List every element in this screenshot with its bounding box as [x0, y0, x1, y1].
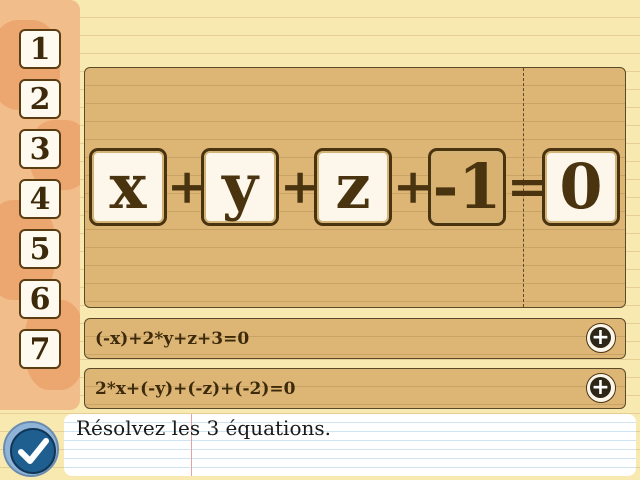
- equation-row-2: 2*x+(-y)+(-z)+(-2)=0 +: [84, 368, 626, 409]
- check-button[interactable]: [3, 421, 59, 477]
- level-button-1[interactable]: 1: [19, 29, 61, 69]
- tile-constant[interactable]: -1: [428, 148, 506, 226]
- level-button-3[interactable]: 3: [19, 129, 61, 169]
- instruction-text: Résolvez les 3 équations.: [76, 416, 331, 440]
- level-button-5[interactable]: 5: [19, 229, 61, 269]
- instruction-box: Résolvez les 3 équations.: [64, 414, 636, 476]
- plus-circle-icon[interactable]: +: [586, 323, 616, 353]
- operator-plus: +: [167, 159, 208, 215]
- level-button-7[interactable]: 7: [19, 329, 61, 369]
- tile-result[interactable]: 0: [542, 148, 620, 226]
- equation-panel: x + y + z + -1 = 0: [84, 67, 626, 308]
- operator-equals: =: [507, 159, 548, 215]
- plus-glyph: +: [590, 375, 611, 400]
- operator-plus: +: [280, 159, 321, 215]
- checkmark-icon: [10, 428, 56, 474]
- tile-x[interactable]: x: [89, 148, 167, 226]
- number-sidebar: 1 2 3 4 5 6 7: [0, 0, 80, 410]
- equation-row-1: (-x)+2*y+z+3=0 +: [84, 318, 626, 359]
- level-button-4[interactable]: 4: [19, 179, 61, 219]
- level-button-2[interactable]: 2: [19, 79, 61, 119]
- level-button-6[interactable]: 6: [19, 279, 61, 319]
- equation-row-text: 2*x+(-y)+(-z)+(-2)=0: [95, 379, 296, 399]
- plus-glyph: +: [590, 325, 611, 350]
- operator-plus: +: [393, 159, 434, 215]
- tile-y[interactable]: y: [201, 148, 279, 226]
- equation-row-text: (-x)+2*y+z+3=0: [95, 329, 250, 349]
- plus-circle-icon[interactable]: +: [586, 373, 616, 403]
- tile-z[interactable]: z: [314, 148, 392, 226]
